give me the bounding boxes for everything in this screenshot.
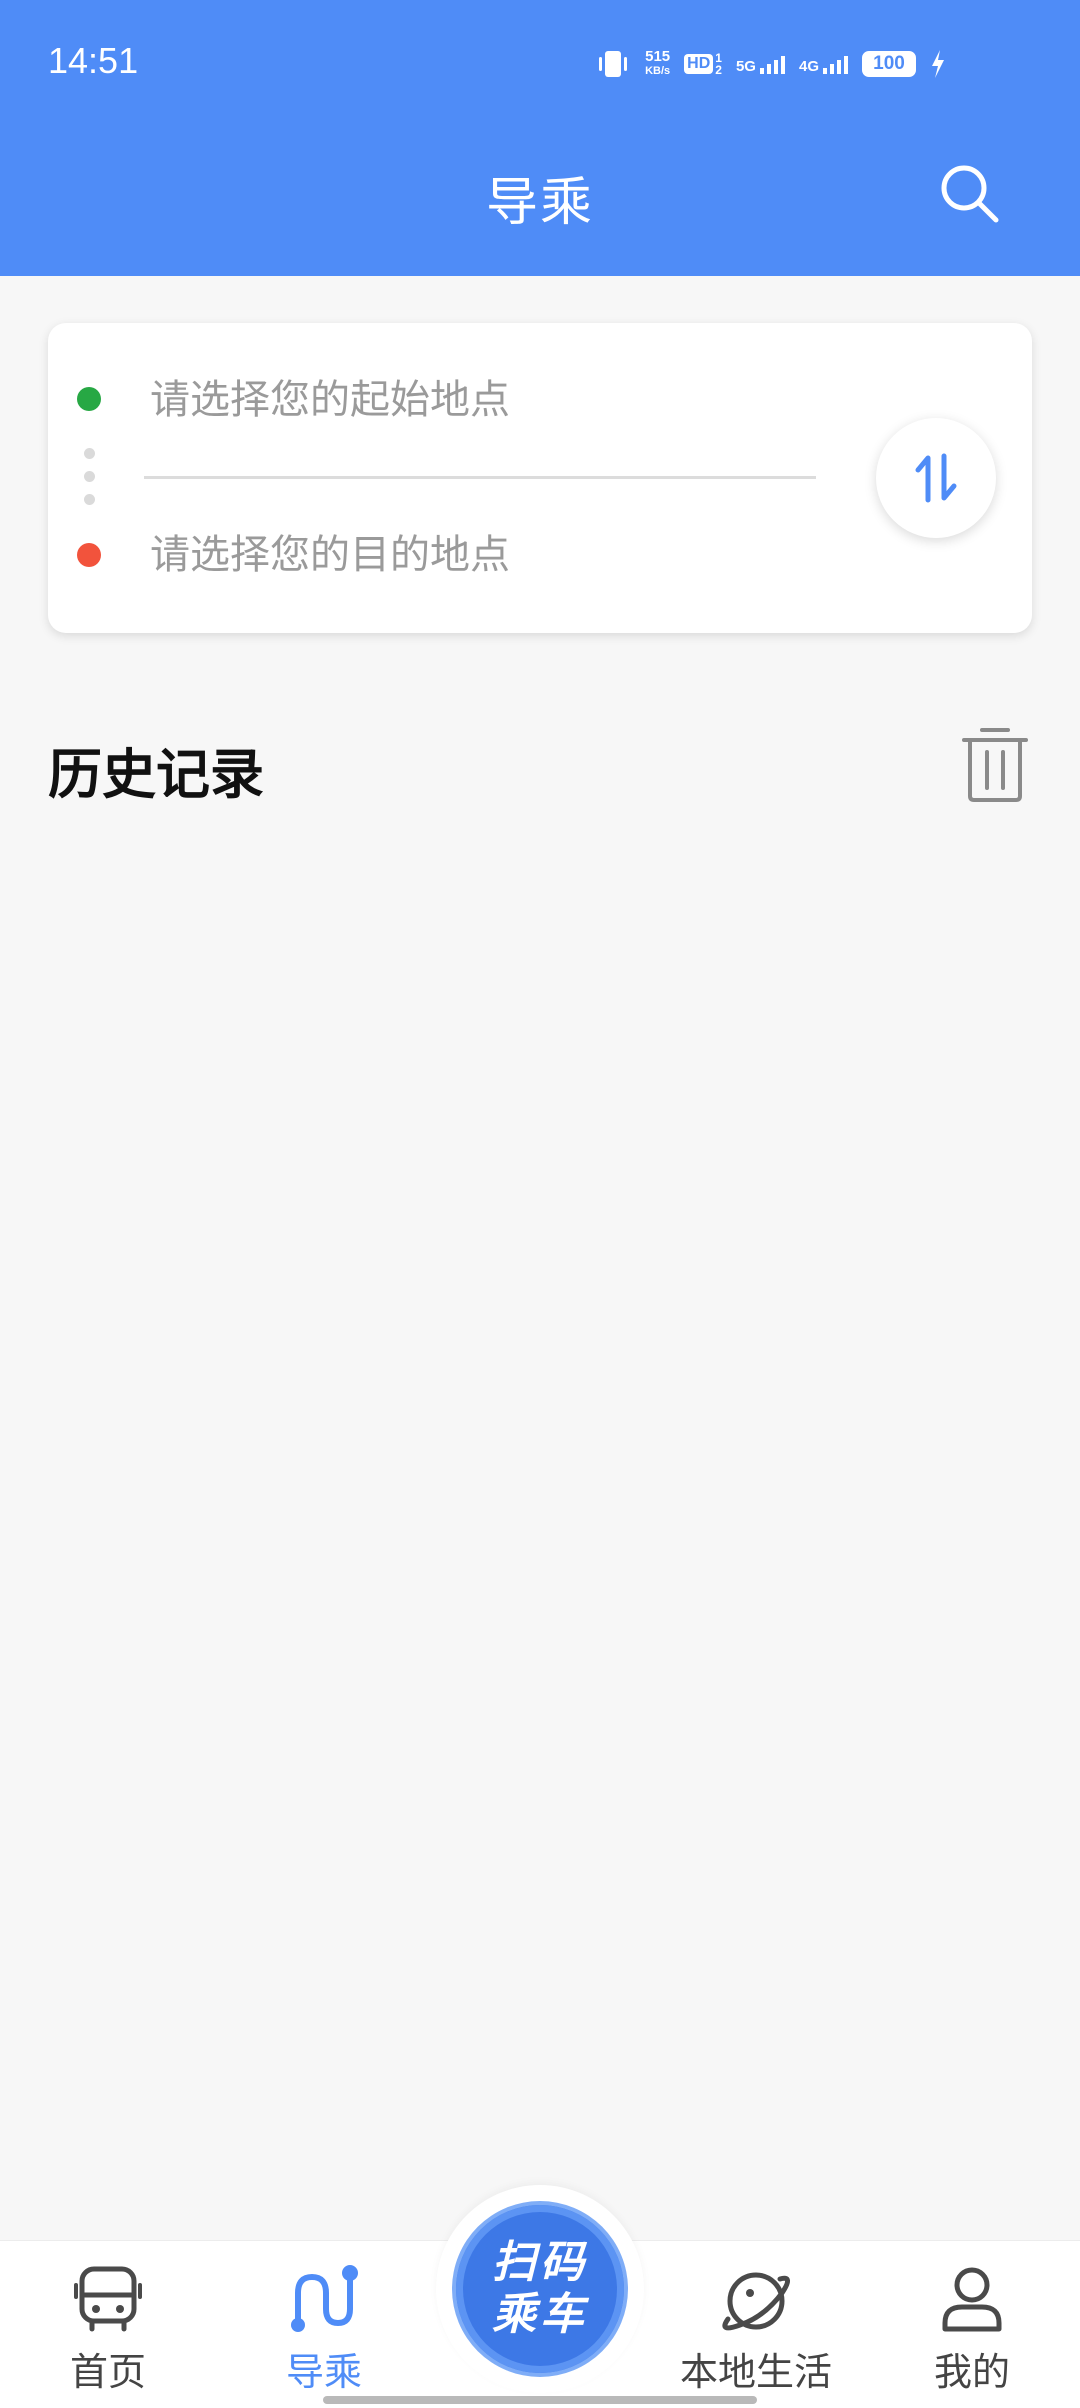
scan-to-ride-badge: 扫码 乘车 [456,2205,624,2373]
net-speed-value: 515 [645,48,671,65]
network-4g-label: 4G [798,58,819,75]
scan-line-2: 乘车 [492,2289,588,2340]
field-divider [144,476,816,479]
vibrate-icon [599,51,628,77]
route-card: 请选择您的起始地点 请选择您的目的地点 [48,323,1032,633]
net-speed: 515 KB/s [645,48,671,78]
end-point-dot [77,543,101,567]
trash-icon [962,728,1028,802]
status-time: 14:51 [48,40,139,81]
tab-mine[interactable]: 我的 [864,2241,1080,2408]
clear-history-button[interactable] [960,726,1030,804]
start-location-input[interactable]: 请选择您的起始地点 [150,365,770,435]
network-5g-label: 5G [735,58,756,75]
top-header: 14:51 515 KB/s HD 12 5G 4G 100 导乘 [0,0,1080,276]
user-icon [942,2267,1002,2332]
tab-guide-label: 导乘 [285,2350,362,2394]
swap-icon [915,453,957,503]
tab-local-life[interactable]: 本地生活 [648,2241,864,2408]
end-location-input[interactable]: 请选择您的目的地点 [150,520,770,590]
charging-icon [932,50,944,78]
search-icon [941,165,999,223]
home-indicator[interactable] [323,2396,757,2404]
scan-to-ride-button[interactable]: 扫码 乘车 [436,2185,644,2393]
planet-icon [722,2272,790,2331]
hd-label: HD [684,54,714,74]
history-title: 历史记录 [48,743,264,806]
tab-local-life-label: 本地生活 [679,2350,832,2394]
tab-home[interactable]: 首页 [0,2241,216,2408]
tab-mine-label: 我的 [933,2350,1010,2394]
hd-icon: HD 12 [684,52,722,76]
status-icons: 515 KB/s HD 12 5G 4G 100 [595,44,946,84]
signal-4g: 4G [799,54,848,74]
connector-dot [84,471,95,482]
scan-line-1: 扫码 [492,2237,588,2288]
page-title: 导乘 [485,173,594,233]
tab-guide[interactable]: 导乘 [216,2241,432,2408]
route-icon [291,2265,358,2332]
tab-home-label: 首页 [69,2350,146,2394]
swap-locations-button[interactable] [876,418,996,538]
connector-dot [84,448,95,459]
connector-dot [84,494,95,505]
net-speed-unit: KB/s [645,65,671,77]
battery-icon: 100 [862,51,916,77]
search-button[interactable] [936,160,1004,228]
start-point-dot [77,387,101,411]
bus-icon [74,2266,142,2332]
signal-5g: 5G [736,54,785,74]
